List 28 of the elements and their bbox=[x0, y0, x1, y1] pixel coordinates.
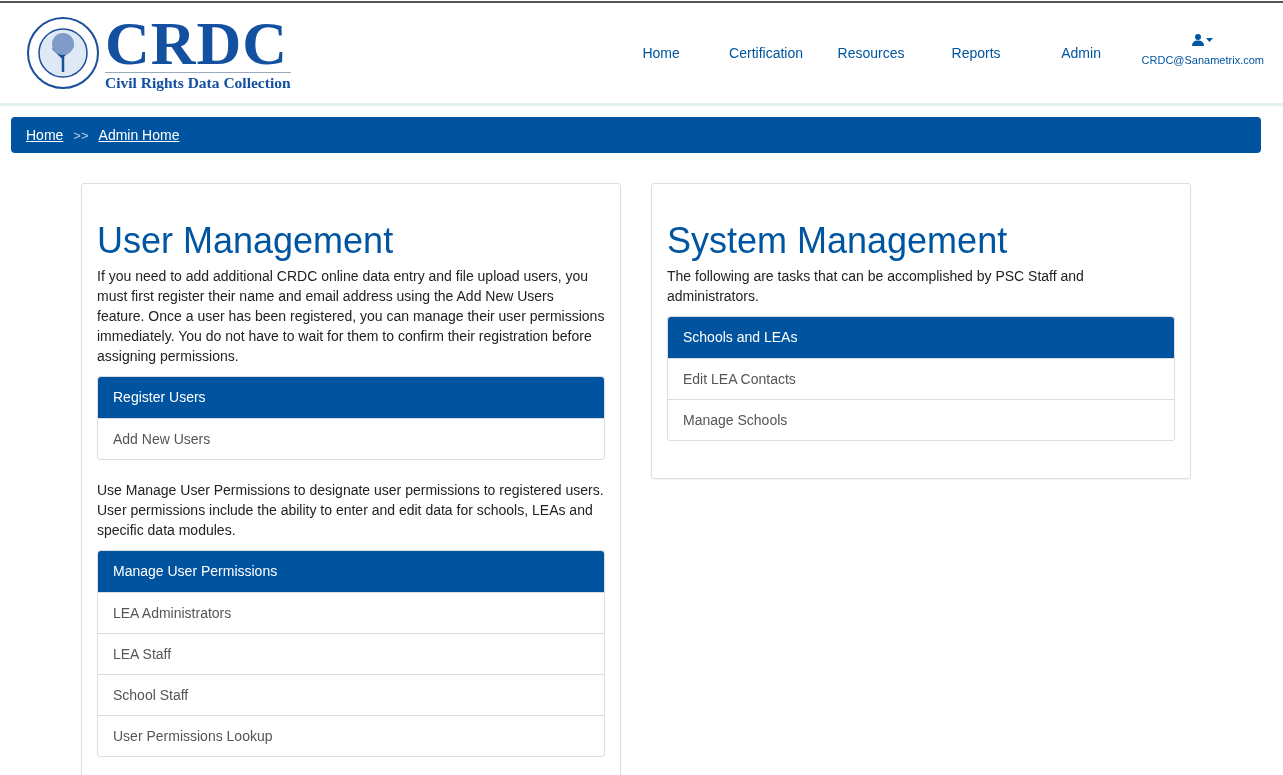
panel-heading: User Management bbox=[97, 219, 395, 263]
nav-link[interactable]: Certification bbox=[713, 45, 819, 61]
list-group-item[interactable]: User Permissions Lookup bbox=[98, 715, 604, 756]
list-group-header: Manage User Permissions bbox=[98, 551, 604, 592]
description-text: Use Manage User Permissions to designate user permissions to registered users. User permissions include the ability to enter and edit data for schools, LEAs and specific data modules. bbox=[97, 481, 605, 540]
list-group-header: Register Users bbox=[98, 377, 604, 418]
nav-link[interactable]: Resources bbox=[818, 45, 924, 61]
breadcrumb-separator: >> bbox=[73, 127, 89, 143]
list-group-item[interactable]: LEA Staff bbox=[98, 633, 604, 674]
user-dropdown-icon[interactable] bbox=[1191, 34, 1214, 46]
logo-title: CRDC bbox=[105, 14, 290, 72]
list-group-item[interactable]: Manage Schools bbox=[668, 399, 1174, 440]
nav-link[interactable]: Reports bbox=[923, 45, 1029, 61]
description-text: The following are tasks that can be accomplished by PSC Staff and administrators. bbox=[667, 267, 1085, 306]
list-group-item[interactable]: Edit LEA Contacts bbox=[668, 358, 1174, 399]
description-text: If you need to add additional CRDC online data entry and file upload users, you must first register their name and email address using the Add New Users feature. Once a user has been registered, you can manage their user permissions immediately. You do not have to wait for them to confirm their registration before assigning permissions. bbox=[97, 267, 605, 366]
user-email-link[interactable]: CRDC@Sanametrix.com bbox=[1141, 54, 1264, 66]
list-group-header: Schools and LEAs bbox=[668, 317, 1174, 358]
list-group-item[interactable]: Add New Users bbox=[98, 418, 604, 459]
logo-subtitle: Civil Rights Data Collection bbox=[105, 72, 291, 92]
nav-link[interactable]: Home bbox=[608, 45, 714, 61]
seal-icon bbox=[25, 16, 101, 90]
list-group-item[interactable]: School Staff bbox=[98, 674, 604, 715]
breadcrumb-link[interactable]: Admin Home bbox=[98, 127, 180, 143]
list-group-item[interactable]: LEA Administrators bbox=[98, 592, 604, 633]
nav-link[interactable]: Admin bbox=[1028, 45, 1134, 61]
panel-heading: System Management bbox=[667, 219, 1009, 263]
breadcrumb-link[interactable]: Home bbox=[26, 127, 64, 143]
